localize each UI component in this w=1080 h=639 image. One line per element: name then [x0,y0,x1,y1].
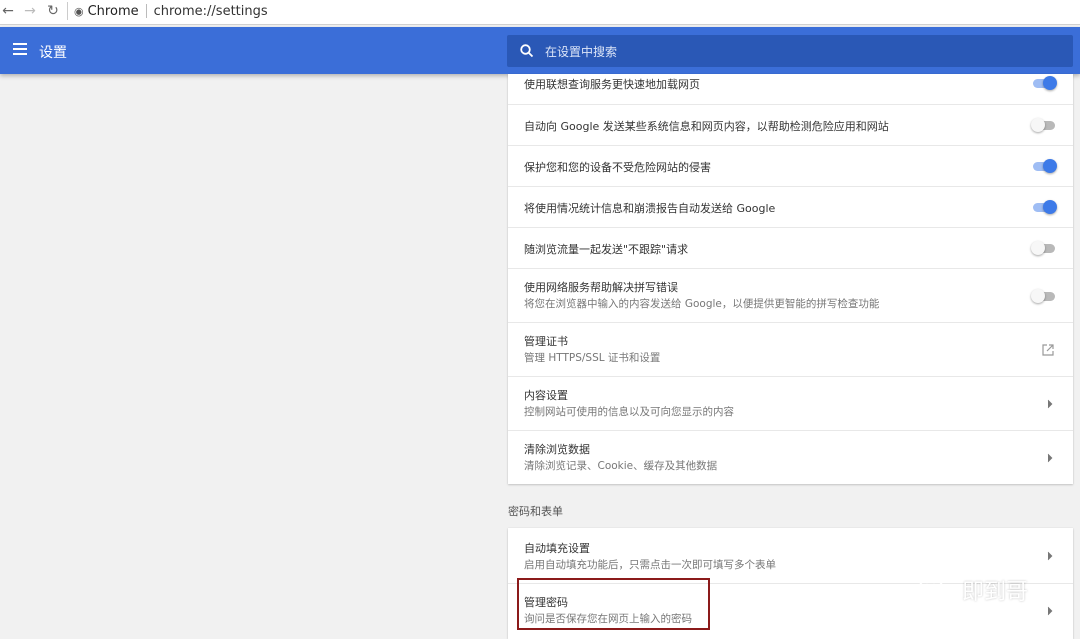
watermark-text: 即到哥 [962,574,1028,606]
address-bar: ← → ↻ ◉ Chrome chrome://settings [0,0,1080,25]
toggle-switch[interactable] [1031,289,1057,303]
privacy-card: 使用联想查询服务更快速地加载网页 自动向 Google 发送某些系统信息和网页内… [508,74,1073,484]
row-title: 保护您和您的设备不受危险网站的侵害 [524,159,711,175]
row-subtitle: 控制网站可使用的信息以及可向您显示的内容 [524,404,734,419]
row-subtitle: 将您在浏览器中输入的内容发送给 Google，以便提供更智能的拼写检查功能 [524,296,879,311]
list-item: 自动向 Google 发送某些系统信息和网页内容，以帮助检测危险应用和网站 [508,104,1073,145]
settings-header: 设置 [0,27,1080,74]
list-item: 随浏览流量一起发送"不跟踪"请求 [508,227,1073,268]
list-item[interactable]: 内容设置 控制网站可使用的信息以及可向您显示的内容 [508,376,1073,430]
chrome-icon: ◉ [74,5,84,18]
list-item: 使用网络服务帮助解决拼写错误 将您在浏览器中输入的内容发送给 Google，以便… [508,268,1073,322]
row-title: 自动填充设置 [524,540,590,556]
list-item: 将使用情况统计信息和崩溃报告自动发送给 Google [508,186,1073,227]
arrow-right-icon[interactable] [1047,606,1053,616]
arrow-right-icon[interactable] [1047,551,1053,561]
url-text[interactable]: chrome://settings [154,4,268,19]
row-subtitle: 管理 HTTPS/SSL 证书和设置 [524,350,660,365]
menu-icon[interactable] [13,43,27,55]
page-title: 设置 [39,42,67,62]
row-subtitle: 启用自动填充功能后，只需点击一次即可填写多个表单 [524,557,776,572]
watermark: 即到哥 [918,574,1028,606]
row-subtitle: 清除浏览记录、Cookie、缓存及其他数据 [524,458,717,473]
row-title: 使用联想查询服务更快速地加载网页 [524,76,700,92]
row-title: 将使用情况统计信息和崩溃报告自动发送给 Google [524,200,775,216]
arrow-right-icon[interactable] [1047,399,1053,409]
section-heading: 密码和表单 [508,503,563,519]
toggle-switch[interactable] [1031,76,1057,90]
wechat-icon [918,576,954,604]
external-link-icon[interactable] [1041,343,1055,357]
row-title: 随浏览流量一起发送"不跟踪"请求 [524,241,688,257]
list-item: 保护您和您的设备不受危险网站的侵害 [508,145,1073,186]
forward-icon[interactable]: → [20,3,40,19]
row-title: 内容设置 [524,387,568,403]
row-title: 使用网络服务帮助解决拼写错误 [524,279,678,295]
site-chip: Chrome [88,4,139,19]
toggle-switch[interactable] [1031,118,1057,132]
toggle-switch[interactable] [1031,200,1057,214]
search-input[interactable] [543,35,1067,69]
arrow-right-icon[interactable] [1047,453,1053,463]
omnibox[interactable]: ◉ Chrome chrome://settings [66,0,268,22]
list-item: 使用联想查询服务更快速地加载网页 [508,74,1073,104]
omnibox-separator [146,4,147,18]
search-box[interactable] [507,35,1073,67]
row-title: 自动向 Google 发送某些系统信息和网页内容，以帮助检测危险应用和网站 [524,118,889,134]
search-icon [519,43,535,59]
toggle-switch[interactable] [1031,159,1057,173]
list-item[interactable]: 清除浏览数据 清除浏览记录、Cookie、缓存及其他数据 [508,430,1073,484]
toggle-switch[interactable] [1031,241,1057,255]
row-title: 清除浏览数据 [524,441,590,457]
back-icon[interactable]: ← [0,3,18,19]
list-item[interactable]: 管理证书 管理 HTTPS/SSL 证书和设置 [508,322,1073,376]
reload-icon[interactable]: ↻ [43,3,63,19]
row-title: 管理证书 [524,333,568,349]
highlight-box [517,578,710,630]
